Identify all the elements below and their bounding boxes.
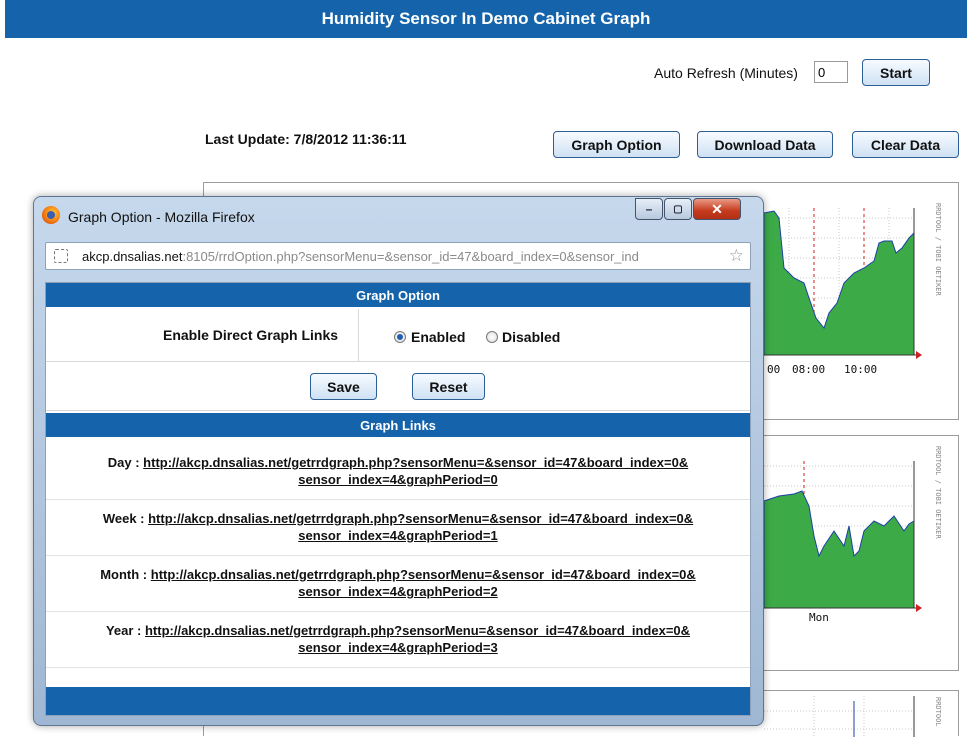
month-link-row: Month : http://akcp.dnsalias.net/getrrdg… (46, 557, 750, 612)
direct-links-row: Enable Direct Graph Links Enabled Disabl… (46, 309, 750, 362)
save-button[interactable]: Save (310, 373, 377, 400)
page-identity-icon (54, 249, 68, 263)
graph-option-popup-window: Graph Option - Mozilla Firefox – ▢ ✕ akc… (33, 196, 764, 726)
firefox-icon (42, 206, 60, 224)
footer-bar (46, 687, 750, 715)
week-link[interactable]: http://akcp.dnsalias.net/getrrdgraph.php… (148, 511, 693, 526)
tick-label: 08:00 (792, 363, 825, 376)
tick-label: Mon (809, 611, 829, 624)
download-data-button[interactable]: Download Data (697, 131, 833, 158)
window-title: Graph Option - Mozilla Firefox (68, 209, 255, 225)
enabled-label[interactable]: Enabled (411, 329, 465, 345)
day-link[interactable]: http://akcp.dnsalias.net/getrrdgraph.php… (143, 455, 688, 470)
month-link[interactable]: http://akcp.dnsalias.net/getrrdgraph.php… (151, 567, 696, 582)
save-reset-row: Save Reset (46, 362, 750, 411)
graph-links-header: Graph Links (46, 413, 750, 437)
year-link[interactable]: http://akcp.dnsalias.net/getrrdgraph.php… (145, 623, 690, 638)
disabled-label[interactable]: Disabled (502, 329, 560, 345)
day-link-row: Day : http://akcp.dnsalias.net/getrrdgra… (46, 445, 750, 500)
month-link-cont[interactable]: sensor_index=4&graphPeriod=2 (298, 584, 497, 599)
close-icon[interactable]: ✕ (693, 198, 741, 220)
year-link-cont[interactable]: sensor_index=4&graphPeriod=3 (298, 640, 497, 655)
url-text[interactable]: akcp.dnsalias.net:8105/rrdOption.php?sen… (82, 249, 639, 264)
month-label: Month : (100, 567, 151, 582)
rrdtool-watermark: RRDTOOL (934, 697, 942, 727)
day-label: Day : (107, 455, 144, 470)
week-link-cont[interactable]: sensor_index=4&graphPeriod=1 (298, 528, 497, 543)
day-link-cont[interactable]: sensor_index=4&graphPeriod=0 (298, 472, 497, 487)
auto-refresh-input[interactable] (814, 61, 848, 83)
humidity-area (763, 490, 915, 609)
graph-option-button[interactable]: Graph Option (553, 131, 680, 158)
graph-option-header: Graph Option (46, 283, 750, 307)
page-title: Humidity Sensor In Demo Cabinet Graph (5, 0, 967, 38)
url-host: akcp.dnsalias.net (82, 249, 183, 264)
clear-data-button[interactable]: Clear Data (852, 131, 959, 158)
tick-label: 00 (767, 363, 780, 376)
maximize-icon[interactable]: ▢ (664, 198, 692, 220)
disabled-radio[interactable] (486, 331, 498, 343)
week-label: Week : (102, 511, 149, 526)
year-label: Year : (105, 623, 145, 638)
url-bar[interactable]: akcp.dnsalias.net:8105/rrdOption.php?sen… (45, 242, 751, 270)
tick-label: 10:00 (844, 363, 877, 376)
last-update-text: Last Update: 7/8/2012 11:36:11 (205, 131, 407, 147)
bookmark-star-icon[interactable]: ☆ (729, 246, 744, 266)
enabled-radio[interactable] (394, 331, 406, 343)
url-path: :8105/rrdOption.php?sensorMenu=&sensor_i… (182, 249, 639, 264)
rrdtool-watermark: RRDTOOL / TOBI OETIKER (934, 446, 942, 540)
year-link-row: Year : http://akcp.dnsalias.net/getrrdgr… (46, 613, 750, 668)
rrdtool-watermark: RRDTOOL / TOBI OETIKER (934, 203, 942, 297)
popup-content: Graph Option Enable Direct Graph Links E… (45, 282, 751, 716)
divider (358, 309, 359, 361)
auto-refresh-label: Auto Refresh (Minutes) (654, 65, 798, 81)
week-link-row: Week : http://akcp.dnsalias.net/getrrdgr… (46, 501, 750, 556)
start-button[interactable]: Start (862, 59, 930, 86)
reset-button[interactable]: Reset (412, 373, 485, 400)
minimize-icon[interactable]: – (635, 198, 663, 220)
direct-links-label: Enable Direct Graph Links (163, 327, 339, 343)
